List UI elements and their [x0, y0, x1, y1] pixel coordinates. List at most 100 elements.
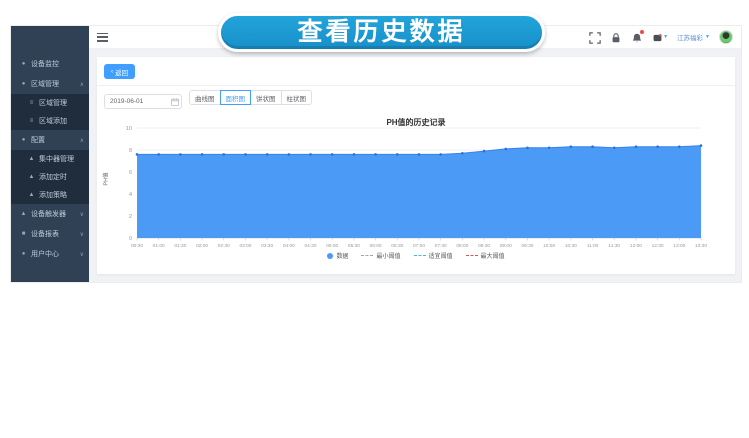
svg-text:8: 8: [129, 148, 132, 154]
sidebar-item-label: 区域管理: [31, 79, 59, 89]
chevron-down-icon: ▼: [705, 34, 710, 40]
area-chart-svg: 024681000:3001:0001:3002:0002:3003:0003:…: [97, 124, 737, 259]
chart-type-group: 曲线图面积图饼状图柱状图: [189, 90, 312, 105]
legend-item[interactable]: 数据: [327, 251, 348, 260]
svg-text:2: 2: [129, 214, 132, 220]
svg-text:06:00: 06:00: [370, 243, 382, 249]
sidebar-item-device-report[interactable]: ■ 设备报表 ∨: [11, 224, 89, 244]
sidebar-item-label: 添加策略: [39, 190, 67, 200]
chart-legend: 数据 最小阈值 适宜阈值 最大阈值: [97, 251, 735, 260]
chevron-down-icon: ▼: [663, 34, 668, 40]
sidebar-item-add-strategy[interactable]: ▲ 添加策略: [11, 186, 89, 204]
region-list-icon: ≡: [28, 100, 35, 106]
sidebar-item-region-mgmt[interactable]: ●区域管理∧: [11, 74, 89, 94]
svg-text:07:30: 07:30: [435, 243, 447, 249]
svg-text:0: 0: [129, 236, 132, 242]
svg-text:13:30: 13:30: [695, 243, 707, 249]
svg-text:08:30: 08:30: [478, 243, 490, 249]
sidebar-item-region-mgmt-sub[interactable]: ≡区域管理: [11, 94, 89, 112]
sidebar-item-label: 区域添加: [39, 116, 67, 126]
back-button[interactable]: ‹ 返回: [104, 64, 135, 79]
legend-label: 最小阈值: [376, 251, 400, 260]
content-card: ‹ 返回 曲线图面积图饼状图柱状图 PH值的历史记录 PH值 024681000…: [97, 57, 735, 274]
area-chart-button[interactable]: 面积图: [220, 90, 252, 105]
tools-icon[interactable]: ▼: [652, 31, 668, 43]
sidebar-menu: ●设备监控●区域管理∧≡区域管理≡区域添加●配置∧▲集中器管理▲添加定时▲添加策…: [11, 54, 89, 264]
svg-text:11:00: 11:00: [587, 243, 599, 249]
svg-text:08:00: 08:00: [456, 243, 468, 249]
annotation-banner: 查看历史数据: [218, 13, 545, 52]
line-chart-button[interactable]: 曲线图: [189, 90, 221, 105]
app-window: ●设备监控●区域管理∧≡区域管理≡区域添加●配置∧▲集中器管理▲添加定时▲添加策…: [10, 25, 742, 283]
topbar-right: ▼ 江苏福彩 ▼: [589, 30, 741, 44]
svg-text:04:30: 04:30: [305, 243, 317, 249]
hamburger-menu-icon[interactable]: [97, 33, 108, 42]
svg-text:02:30: 02:30: [218, 243, 230, 249]
annotation-banner-title: 查看历史数据: [297, 20, 465, 45]
svg-text:07:00: 07:00: [413, 243, 425, 249]
bar-chart-button[interactable]: 柱状图: [281, 90, 313, 105]
sidebar-item-user-center[interactable]: ● 用户中心 ∨: [11, 244, 89, 264]
sidebar-item-label: 配置: [31, 135, 45, 145]
svg-text:01:30: 01:30: [174, 243, 186, 249]
svg-text:10:00: 10:00: [543, 243, 555, 249]
legend-item[interactable]: 最大阈值: [466, 251, 505, 260]
chevron-down-icon: ∨: [80, 251, 84, 258]
calendar-icon[interactable]: [171, 93, 179, 101]
svg-text:05:00: 05:00: [326, 243, 338, 249]
legend-item[interactable]: 最小阈值: [361, 251, 400, 260]
sidebar-item-config[interactable]: ●配置∧: [11, 130, 89, 150]
pie-chart-button[interactable]: 饼状图: [250, 90, 282, 105]
sidebar-item-add-timer[interactable]: ▲添加定时: [11, 168, 89, 186]
chevron-up-icon: ∧: [80, 137, 84, 144]
svg-text:02:00: 02:00: [196, 243, 208, 249]
sidebar-item-label: 集中器管理: [39, 154, 74, 164]
svg-text:03:00: 03:00: [239, 243, 251, 249]
avatar[interactable]: [719, 30, 733, 44]
chevron-down-icon: ∨: [80, 211, 84, 218]
chevron-down-icon: ∨: [80, 231, 84, 238]
concentrator-icon: ▲: [28, 156, 35, 162]
region-add-icon: ≡: [28, 118, 35, 124]
svg-text:13:00: 13:00: [673, 243, 685, 249]
sidebar-item-label: 用户中心: [31, 249, 59, 259]
controls-row: 曲线图面积图饼状图柱状图: [104, 90, 312, 105]
add-strategy-icon: ▲: [28, 192, 35, 198]
fullscreen-icon[interactable]: [589, 31, 601, 43]
sidebar-item-label: 设备监控: [31, 59, 59, 69]
lock-icon[interactable]: [610, 31, 622, 43]
username-dropdown[interactable]: 江苏福彩 ▼: [677, 32, 710, 42]
svg-text:6: 6: [129, 170, 132, 176]
date-picker: [104, 90, 182, 105]
device-report-icon: ■: [20, 231, 27, 237]
sidebar-item-label: 设备触发器: [31, 209, 66, 219]
sidebar-item-label: 设备报表: [31, 229, 59, 239]
back-button-label: 返回: [115, 67, 128, 77]
svg-text:10: 10: [126, 126, 132, 132]
sidebar-item-device-trigger[interactable]: ▲ 设备触发器 ∨: [11, 204, 89, 224]
divider: [97, 85, 735, 86]
sidebar-item-label: 添加定时: [39, 172, 67, 182]
device-trigger-icon: ▲: [20, 211, 27, 217]
svg-text:10:30: 10:30: [565, 243, 577, 249]
device-monitor-icon: ●: [20, 61, 27, 67]
svg-text:04:00: 04:00: [283, 243, 295, 249]
user-center-icon: ●: [20, 251, 27, 257]
sidebar-item-device-monitor[interactable]: ● 设备监控: [11, 54, 89, 74]
svg-text:06:30: 06:30: [391, 243, 403, 249]
region-mgmt-icon: ●: [20, 81, 27, 87]
svg-text:01:00: 01:00: [153, 243, 165, 249]
legend-label: 适宜阈值: [429, 251, 453, 260]
svg-text:05:30: 05:30: [348, 243, 360, 249]
page: 查看历史数据 ●设备监控●区域管理∧≡区域管理≡区域添加●配置∧▲集中器管理▲添…: [0, 0, 749, 438]
sidebar-item-region-add[interactable]: ≡ 区域添加: [11, 112, 89, 130]
svg-text:12:30: 12:30: [652, 243, 664, 249]
notification-badge: [640, 30, 644, 34]
svg-text:09:00: 09:00: [500, 243, 512, 249]
legend-label: 数据: [336, 251, 348, 260]
svg-text:11:30: 11:30: [608, 243, 620, 249]
legend-dash-swatch: [414, 255, 426, 256]
sidebar-item-concentrator-mgmt[interactable]: ▲ 集中器管理: [11, 150, 89, 168]
bell-icon[interactable]: [631, 31, 643, 43]
legend-item[interactable]: 适宜阈值: [414, 251, 453, 260]
